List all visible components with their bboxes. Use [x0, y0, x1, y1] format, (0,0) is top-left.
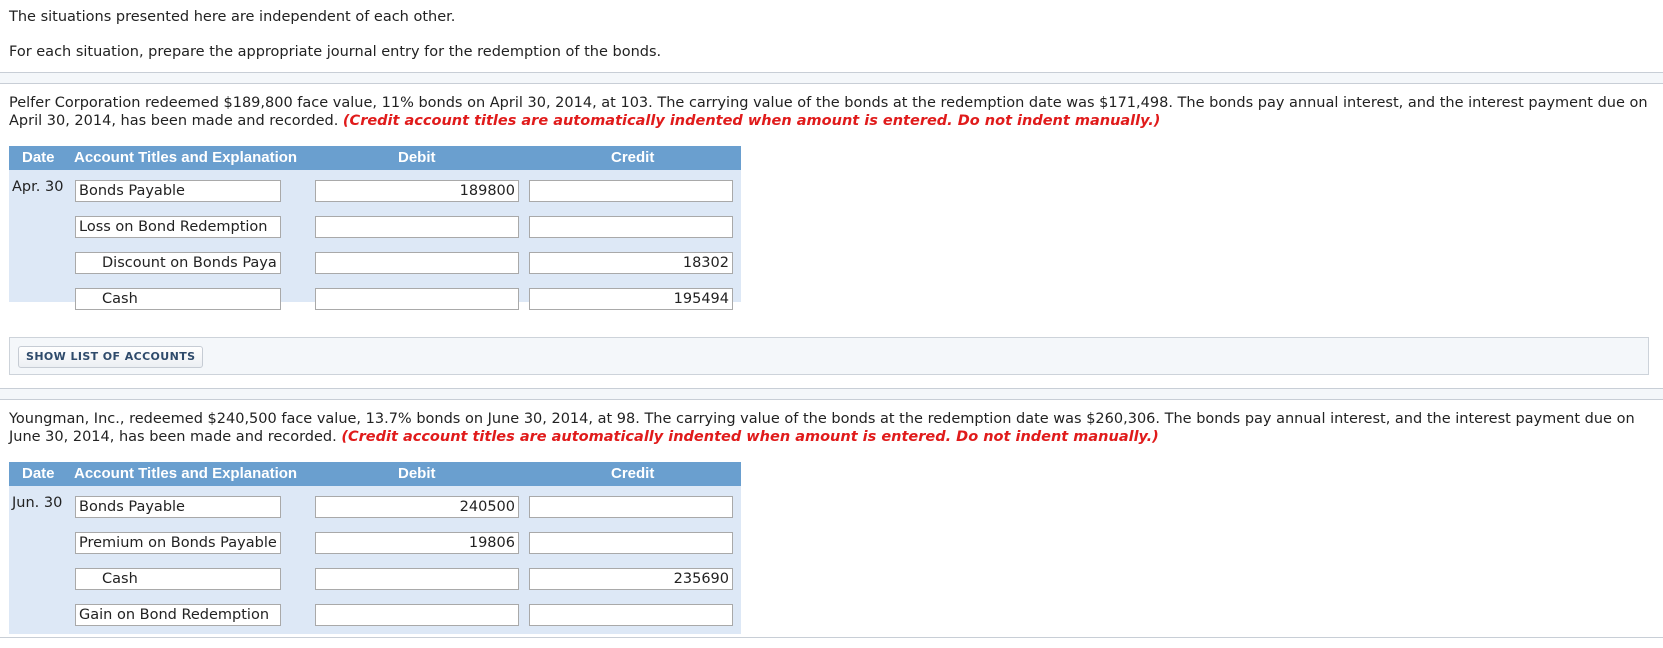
accounts-button-panel: SHOW LIST OF ACCOUNTS: [9, 337, 1649, 375]
header-account: Account Titles and Explanation: [74, 149, 298, 166]
credit-input[interactable]: [529, 216, 733, 238]
credit-input[interactable]: 235690: [529, 568, 733, 590]
instruction-note: (Credit account titles are automatically…: [342, 113, 1161, 129]
header-credit: Credit: [611, 465, 655, 482]
table-row: Cash 195494: [9, 278, 741, 314]
account-title-input[interactable]: Cash: [75, 288, 281, 310]
account-title-input[interactable]: Bonds Payable: [75, 180, 281, 202]
credit-input[interactable]: [529, 604, 733, 626]
table-header: Date Account Titles and Explanation Debi…: [9, 146, 741, 170]
debit-input[interactable]: [315, 568, 519, 590]
instruction-note: (Credit account titles are automatically…: [341, 429, 1159, 445]
header-debit: Debit: [398, 149, 436, 166]
debit-input[interactable]: 240500: [315, 496, 519, 518]
debit-input[interactable]: [315, 252, 519, 274]
header-date: Date: [22, 149, 55, 166]
credit-input[interactable]: 195494: [529, 288, 733, 310]
bottom-divider: [0, 637, 1663, 638]
table-header: Date Account Titles and Explanation Debi…: [9, 462, 741, 486]
table-row: Discount on Bonds Paya 18302: [9, 242, 741, 278]
account-title-input[interactable]: Premium on Bonds Payable: [75, 532, 281, 554]
section-divider: [0, 72, 1663, 84]
account-title-input[interactable]: Loss on Bond Redemption: [75, 216, 281, 238]
header-credit: Credit: [611, 149, 655, 166]
problem-statement-1: Pelfer Corporation redeemed $189,800 fac…: [9, 94, 1649, 130]
account-title-input[interactable]: Gain on Bond Redemption: [75, 604, 281, 626]
debit-input[interactable]: [315, 216, 519, 238]
table-row: Apr. 30 Bonds Payable 189800: [9, 170, 741, 206]
table-row: Loss on Bond Redemption: [9, 206, 741, 242]
debit-input[interactable]: 189800: [315, 180, 519, 202]
header-account: Account Titles and Explanation: [74, 465, 298, 482]
debit-input[interactable]: [315, 288, 519, 310]
debit-input[interactable]: 19806: [315, 532, 519, 554]
journal-table-1: Date Account Titles and Explanation Debi…: [9, 146, 741, 310]
intro-line-1: The situations presented here are indepe…: [9, 9, 456, 25]
header-date: Date: [22, 465, 55, 482]
debit-input[interactable]: [315, 604, 519, 626]
section-divider: [0, 388, 1663, 400]
account-title-input[interactable]: Discount on Bonds Paya: [75, 252, 281, 274]
account-title-input[interactable]: Bonds Payable: [75, 496, 281, 518]
journal-table-2: Date Account Titles and Explanation Debi…: [9, 462, 741, 634]
show-list-of-accounts-button[interactable]: SHOW LIST OF ACCOUNTS: [18, 346, 204, 368]
credit-input[interactable]: [529, 180, 733, 202]
entry-date: Apr. 30: [12, 179, 64, 195]
credit-input[interactable]: [529, 532, 733, 554]
credit-input[interactable]: 18302: [529, 252, 733, 274]
table-row: Jun. 30 Bonds Payable 240500: [9, 486, 741, 522]
account-title-input[interactable]: Cash: [75, 568, 281, 590]
intro-line-2: For each situation, prepare the appropri…: [9, 44, 662, 60]
credit-input[interactable]: [529, 496, 733, 518]
entry-date: Jun. 30: [12, 495, 63, 511]
table-row: Cash 235690: [9, 558, 741, 594]
table-row: Premium on Bonds Payable 19806: [9, 522, 741, 558]
header-debit: Debit: [398, 465, 436, 482]
table-row: Gain on Bond Redemption: [9, 594, 741, 630]
problem-statement-2: Youngman, Inc., redeemed $240,500 face v…: [9, 410, 1649, 446]
